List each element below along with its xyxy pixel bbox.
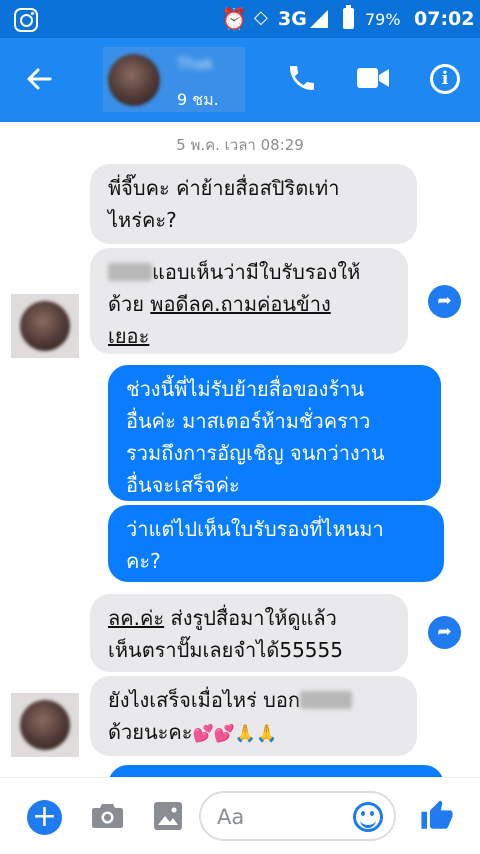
phone-icon[interactable]: [286, 62, 318, 94]
battery-icon: [343, 5, 354, 29]
message-timestamp: 5 พ.ค. เวลา 08:29: [176, 136, 304, 154]
redacted-name: [108, 263, 152, 281]
thumbs-up-icon[interactable]: [420, 799, 454, 833]
clock: 07:02: [414, 8, 475, 30]
message-input-container[interactable]: [199, 791, 396, 841]
conversation-header: Thak 9 ชม. i: [0, 38, 480, 122]
status-bar: ⏰ ◇ 3G 79% 07:02: [0, 0, 480, 38]
contact-avatar: [108, 54, 160, 106]
message-list[interactable]: 5 พ.ค. เวลา 08:29 พี่จี๊บคะ ค่าย้ายสื่อส…: [0, 122, 480, 777]
back-arrow-icon[interactable]: [24, 64, 54, 100]
info-icon[interactable]: i: [430, 64, 460, 94]
message-input[interactable]: [217, 803, 347, 831]
share-icon[interactable]: ➦: [428, 285, 461, 318]
active-status: 9 ชม.: [177, 90, 219, 109]
plus-icon[interactable]: +: [27, 800, 62, 835]
data-saver-icon: ◇: [254, 7, 268, 28]
message-composer: +: [0, 777, 480, 854]
share-icon[interactable]: ➦: [428, 616, 461, 649]
signal-icon: [310, 10, 328, 28]
battery-percent: 79%: [365, 10, 401, 29]
alarm-icon: ⏰: [221, 7, 248, 31]
contact-avatar[interactable]: [11, 693, 79, 757]
message-link[interactable]: พอดีลค.ถามค่อนข้าง: [150, 292, 330, 316]
incoming-message[interactable]: ลค.ค่ะ ส่งรูปสื่อมาให้ดูแล้ว เห็นตราปั๊ม…: [90, 594, 408, 672]
image-icon[interactable]: [154, 802, 182, 830]
outgoing-message[interactable]: ว่าแต่ไปเห็นใบรับรองที่ไหนมา คะ?: [108, 505, 444, 582]
video-camera-icon[interactable]: [357, 67, 389, 89]
emoji-reaction: 💕💕🙏🙏: [192, 724, 278, 744]
contact-name: Thak: [177, 55, 214, 73]
incoming-message[interactable]: พี่จี๊บคะ ค่าย้ายสื่อสปิริตเท่า ไหร่คะ?: [90, 164, 417, 244]
redacted-name: [300, 691, 353, 709]
incoming-message[interactable]: แอบเห็นว่ามีใบรับรองให้ ด้วย พอดีลค.ถามค…: [90, 248, 408, 354]
contact-avatar[interactable]: [11, 294, 79, 358]
emoji-icon[interactable]: [353, 802, 383, 832]
message-link[interactable]: ลค.ค่ะ: [108, 606, 164, 630]
incoming-message[interactable]: ยังไงเสร็จเมื่อไหร่ บอก ด้วยนะคะ💕💕🙏🙏: [90, 676, 417, 756]
network-type: 3G: [278, 8, 307, 30]
instagram-icon: [14, 8, 38, 32]
camera-icon[interactable]: [92, 804, 123, 828]
message-link[interactable]: เยอะ: [108, 320, 390, 352]
outgoing-message[interactable]: [108, 765, 444, 777]
outgoing-message[interactable]: ช่วงนี้พี่ไม่รับย้ายสื่อของร้าน อื่นค่ะ …: [108, 365, 441, 501]
contact-header[interactable]: Thak 9 ชม.: [103, 47, 245, 112]
